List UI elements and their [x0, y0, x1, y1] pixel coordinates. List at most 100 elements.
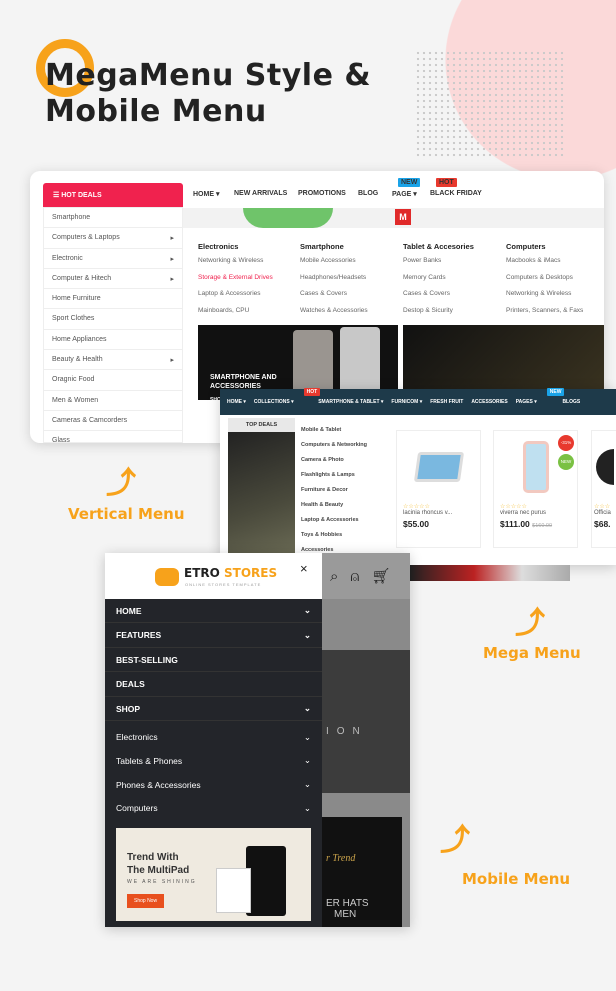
mega-link[interactable]: Laptop & Accessories [198, 290, 273, 297]
mega-link[interactable]: Macbooks & iMacs [506, 257, 583, 264]
phone-image [340, 327, 380, 397]
mega-link[interactable]: Headphones/Headsets [300, 274, 368, 281]
mobile-category-item[interactable]: Electronics ⌄ [105, 725, 322, 749]
mega-link[interactable]: Computers & Desktops [506, 274, 583, 281]
nav-item[interactable]: COLLECTIONS ▾HOT [254, 388, 321, 405]
sidebar-item[interactable]: Men & Women [44, 391, 182, 411]
product-price: $68. [594, 519, 611, 529]
curved-arrow-icon: ⤴ [515, 607, 545, 640]
old-price: $160.00 [532, 523, 553, 529]
sidebar-item[interactable]: Electronic ▸ [44, 249, 182, 269]
mega-link[interactable]: Printers, Scanners, & Faxs [506, 307, 583, 314]
decor-dots [415, 50, 565, 160]
mega-link[interactable]: Destop & Sicurity [403, 307, 474, 314]
mega-column: Electronics Networking & Wireless Storage … [198, 242, 273, 323]
nav-badge: HOT [436, 178, 457, 187]
nav-item[interactable]: HOME ▾ [193, 190, 219, 198]
nav-item[interactable]: PAGES ▾NEW [516, 388, 565, 405]
model-photo [228, 432, 295, 557]
nav-item[interactable]: BLACK FRIDAY HOT [430, 178, 482, 197]
mega-heading: Tablet & Accesories [403, 242, 474, 251]
mobile-menu-item[interactable]: HOME ⌄ [105, 599, 322, 623]
fruit-banner [410, 565, 570, 581]
sidebar-item[interactable]: Sport Clothes [44, 309, 182, 330]
mega-link[interactable]: Cases & Covers [403, 290, 474, 297]
sidebar-item[interactable]: Cameras & Camcorders [44, 411, 182, 432]
mega-link[interactable]: Mobile Accessories [300, 257, 368, 264]
sidebar-item[interactable]: Computer & Hitech ▸ [44, 269, 182, 290]
mega-heading: Electronics [198, 242, 239, 251]
mega-link[interactable]: Storage & External Drives [198, 274, 273, 281]
chevron-down-icon: ⌄ [303, 629, 311, 640]
nav-item[interactable]: BLOGS [562, 399, 580, 405]
hats-banner: r Trend ER HATS MEN [322, 817, 402, 927]
category-link[interactable]: Health & Beauty [301, 502, 367, 517]
user-icon[interactable]: ⍝ [350, 568, 371, 585]
hot-deals-header[interactable]: ☰ HOT DEALS [43, 183, 183, 207]
search-icon[interactable]: ⌕ [330, 568, 350, 585]
sidebar-item[interactable]: Home Furniture [44, 289, 182, 310]
mega-heading: Computers [506, 242, 546, 251]
mega-link[interactable]: Memory Cards [403, 274, 474, 281]
product-card[interactable]: ☆☆☆ Officia $68. [591, 430, 616, 548]
nav-item[interactable]: ACCESSORIES [471, 399, 507, 405]
sidebar-item[interactable]: Smartphone [44, 208, 182, 229]
mobile-category-item[interactable]: Tablets & Phones ⌄ [105, 749, 322, 773]
sidebar-item[interactable]: Oragnic Food [44, 370, 182, 391]
mega-link[interactable]: Networking & Wireless [506, 290, 583, 297]
category-link[interactable]: Flashlights & Lamps [301, 472, 367, 487]
category-link[interactable]: Laptop & Accessories [301, 517, 367, 532]
mobile-category-item[interactable]: Computers ⌄ [105, 796, 322, 820]
nav-item[interactable]: FURNICOM ▾ [391, 399, 422, 405]
main-nav-2: HOME ▾ COLLECTIONS ▾HOT SMARTPHONE & TABLE… [220, 388, 616, 415]
mobile-category-item[interactable]: Phones & Accessories ⌄ [105, 773, 322, 797]
megamenu-screenshot-2: HOME ▾ COLLECTIONS ▾HOT SMARTPHONE & TABLE… [220, 388, 616, 565]
category-link[interactable]: Toys & Hobbies [301, 532, 367, 547]
rating-stars: ☆☆☆☆☆ [500, 504, 527, 510]
sidebar-item[interactable]: Glass [44, 431, 182, 452]
category-link[interactable]: Mobile & Tablet [301, 427, 367, 442]
mega-link[interactable]: Watches & Accessories [300, 307, 368, 314]
product-card[interactable]: -31% NEW ☆☆☆☆☆ viverra nec purus $111.00 $16… [493, 430, 578, 548]
category-link[interactable]: Camera & Photo [301, 457, 367, 472]
chevron-down-icon: ⌄ [303, 755, 311, 766]
close-button[interactable]: × [300, 561, 308, 576]
nav-item[interactable]: PROMOTIONS [298, 190, 346, 197]
nav-item[interactable]: HOME ▾ [227, 399, 246, 405]
nav-badge: NEW [546, 388, 565, 396]
category-link[interactable]: Computers & Networking [301, 442, 367, 457]
mega-menu-label: Mega Menu [483, 644, 581, 662]
nav-item[interactable]: FRESH FRUIT [430, 399, 463, 405]
nav-item[interactable]: NEW ARRIVALS [234, 190, 287, 197]
rating-stars: ☆☆☆ [594, 504, 611, 510]
mega-link[interactable]: Power Banks [403, 257, 474, 264]
hero-image: ION [322, 650, 410, 793]
mega-link[interactable]: Mainboards, CPU [198, 307, 273, 314]
nav-item[interactable]: BLOG [358, 190, 378, 197]
sidebar-item[interactable]: Beauty & Health ▸ [44, 350, 182, 371]
cart-icon[interactable]: 🛒︎ [371, 568, 390, 585]
brand-logo: ETRO STORES [184, 566, 278, 580]
mega-column: Computers Macbooks & iMacs Computers & Des… [506, 242, 583, 323]
mega-link[interactable]: Networking & Wireless [198, 257, 273, 264]
sidebar-item[interactable]: Computers & Laptops ▸ [44, 228, 182, 249]
product-price: $111.00 $160.00 [500, 519, 553, 529]
product-card[interactable]: ☆☆☆☆☆ lacinia rhoncus v... $55.00 [396, 430, 481, 548]
sidebar-item[interactable]: Home Appliances [44, 330, 182, 351]
shop-now-button[interactable]: Shop Now [127, 894, 165, 908]
chevron-down-icon: ⌄ [303, 802, 311, 813]
nav-badge: NEW [398, 178, 421, 187]
mobile-menu-item[interactable]: DEALS [105, 673, 322, 697]
mega-column: Smartphone Mobile Accessories Headphones/H… [300, 242, 368, 323]
category-link[interactable]: Furniture & Decor [301, 487, 367, 502]
tablet-image [216, 868, 251, 913]
mobile-menu-item[interactable]: SHOP ⌄ [105, 697, 322, 721]
rating-stars: ☆☆☆☆☆ [403, 504, 430, 510]
nav-item[interactable]: PAGE ▾ NEW [392, 178, 421, 198]
mobile-menu-item[interactable]: FEATURES ⌄ [105, 624, 322, 648]
mega-link[interactable]: Cases & Covers [300, 290, 368, 297]
nav-item[interactable]: SMARTPHONE & TABLET ▾ [318, 399, 383, 405]
new-badge: NEW [558, 454, 574, 470]
mobile-menu-item[interactable]: BEST-SELLING [105, 648, 322, 672]
promo-banner[interactable]: Trend With The MultiPad WE ARE SHINING Sh… [116, 828, 311, 921]
